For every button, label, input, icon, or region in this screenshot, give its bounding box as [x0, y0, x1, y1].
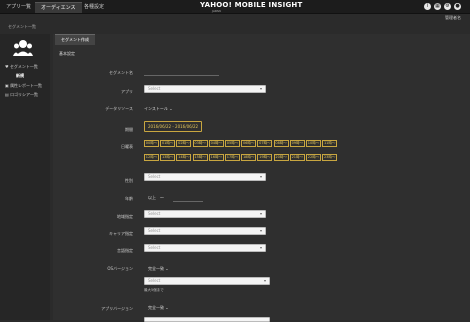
sidebar-item-new[interactable]: 新規 — [16, 73, 24, 79]
hour-chip[interactable]: 04時～ — [208, 140, 224, 147]
hour-chip[interactable]: 01時～ — [160, 140, 176, 147]
tab-segment-create[interactable]: セグメント作成 — [55, 34, 95, 45]
hour-chip[interactable]: 05時～ — [225, 140, 240, 147]
chevron-down-icon: ⌄ — [164, 266, 169, 271]
app-label: アプリ — [121, 89, 133, 94]
chevron-down-icon: ▾ — [259, 211, 262, 216]
hour-chip[interactable]: 06時～ — [241, 140, 257, 147]
app-version-label: アプリバージョン — [101, 306, 133, 311]
chevron-down-icon: ▾ — [259, 86, 262, 91]
hour-chip[interactable]: 13時～ — [160, 154, 176, 161]
os-version-note: 最大5個まで — [144, 288, 164, 292]
hour-chip[interactable]: 11時～ — [322, 140, 338, 147]
data-source-value[interactable]: インストール ⌄ — [144, 106, 173, 112]
brand-logo: YAHOO! MOBILE INSIGHT — [200, 1, 303, 9]
hour-chip[interactable]: 07時～ — [257, 140, 273, 147]
sidebar-item-logs[interactable]: ▤ ロゴリシア一覧 — [5, 92, 38, 98]
brand-sub: JAPAN — [212, 9, 221, 13]
period-label: 期間 — [125, 127, 133, 132]
sidebar: ♥ セグメント一覧 新規 ▣ 属性レポート一覧 ▤ ロゴリシア一覧 — [0, 34, 50, 320]
timeslot-label: 日曜表 — [121, 144, 133, 149]
app-select[interactable]: Select ▾ — [144, 85, 266, 93]
age-min-label: 以上 — [148, 195, 156, 200]
hour-chip[interactable]: 16時～ — [208, 154, 224, 161]
tab-app-list[interactable]: アプリ一覧 — [0, 2, 37, 13]
hour-chip[interactable]: 21時～ — [289, 154, 305, 161]
hour-chip[interactable]: 18時～ — [241, 154, 257, 161]
hour-chip[interactable]: 10時～ — [306, 140, 321, 147]
language-label: 言語指定 — [117, 248, 133, 253]
chevron-down-icon: ▾ — [259, 228, 262, 233]
date-range-picker[interactable]: 2016/06/22 - 2016/06/22 — [144, 121, 203, 132]
carrier-select[interactable]: Select ▾ — [144, 227, 266, 235]
hour-chip[interactable]: 12時～ — [144, 154, 159, 161]
hour-chip[interactable]: 14時～ — [176, 154, 192, 161]
age-max-input[interactable] — [173, 201, 203, 202]
breadcrumb[interactable]: セグメント一覧 — [8, 24, 36, 30]
age-label: 年齢 — [125, 196, 133, 201]
region-select[interactable]: Select ▾ — [144, 210, 266, 218]
sidebar-item-reports[interactable]: ▣ 属性レポート一覧 — [5, 83, 42, 89]
hour-chip[interactable]: 03時～ — [192, 140, 208, 147]
chevron-down-icon: ⌄ — [164, 305, 169, 310]
info-icon[interactable]: i — [424, 3, 431, 10]
section-title: 基本設定 — [59, 51, 75, 56]
top-bar: アプリ一覧 オーディエンス 各種設定 YAHOO! MOBILE INSIGHT… — [0, 0, 470, 20]
main-panel: セグメント作成 基本設定 セグメント名 アプリ Select ▾ データリソース … — [53, 34, 470, 322]
data-source-label: データリソース — [105, 106, 133, 111]
language-select[interactable]: Select ▾ — [144, 244, 266, 252]
tab-settings[interactable]: 各種設定 — [78, 2, 110, 13]
hour-chip[interactable]: 08時～ — [273, 140, 289, 147]
hour-chip[interactable]: 20時～ — [273, 154, 289, 161]
user-name[interactable]: 管理者名 — [445, 14, 461, 22]
hour-chip[interactable]: 00時～ — [144, 140, 159, 147]
segment-name-label: セグメント名 — [109, 70, 133, 75]
hour-chip[interactable]: 23時～ — [322, 154, 338, 161]
hour-chip[interactable]: 15時～ — [192, 154, 208, 161]
os-version-label: OSバージョン — [107, 266, 133, 271]
sidebar-item-segments[interactable]: ♥ セグメント一覧 — [5, 64, 38, 70]
chevron-down-icon: ▾ — [259, 174, 262, 179]
hour-chip[interactable]: 22時～ — [306, 154, 321, 161]
region-label: 地域指定 — [117, 214, 133, 219]
os-version-select[interactable]: Select ▾ — [144, 277, 270, 285]
age-tilde: ～ — [160, 195, 164, 200]
hour-chip[interactable]: 19時～ — [257, 154, 273, 161]
hour-chip[interactable]: 09時～ — [289, 140, 305, 147]
chevron-down-icon: ▾ — [263, 278, 266, 283]
users-icon — [13, 40, 33, 56]
gear-icon[interactable]: ⚙ — [444, 3, 451, 10]
app-version-mode[interactable]: 完全一致 ⌄ — [148, 305, 169, 311]
gender-label: 性別 — [125, 178, 133, 183]
user-icon[interactable]: ● — [454, 3, 461, 10]
chevron-down-icon: ⌄ — [167, 106, 173, 111]
hour-chip[interactable]: 02時～ — [176, 140, 192, 147]
carrier-label: キャリア指定 — [109, 231, 133, 236]
tab-audience[interactable]: オーディエンス — [35, 2, 82, 13]
os-version-mode[interactable]: 完全一致 ⌄ — [148, 266, 169, 272]
gender-select[interactable]: Select ▾ — [144, 173, 266, 181]
grid-icon[interactable]: ▦ — [434, 3, 441, 10]
chevron-down-icon: ▾ — [259, 245, 262, 250]
hour-chip[interactable]: 17時～ — [225, 154, 240, 161]
segment-name-input[interactable] — [144, 75, 219, 76]
